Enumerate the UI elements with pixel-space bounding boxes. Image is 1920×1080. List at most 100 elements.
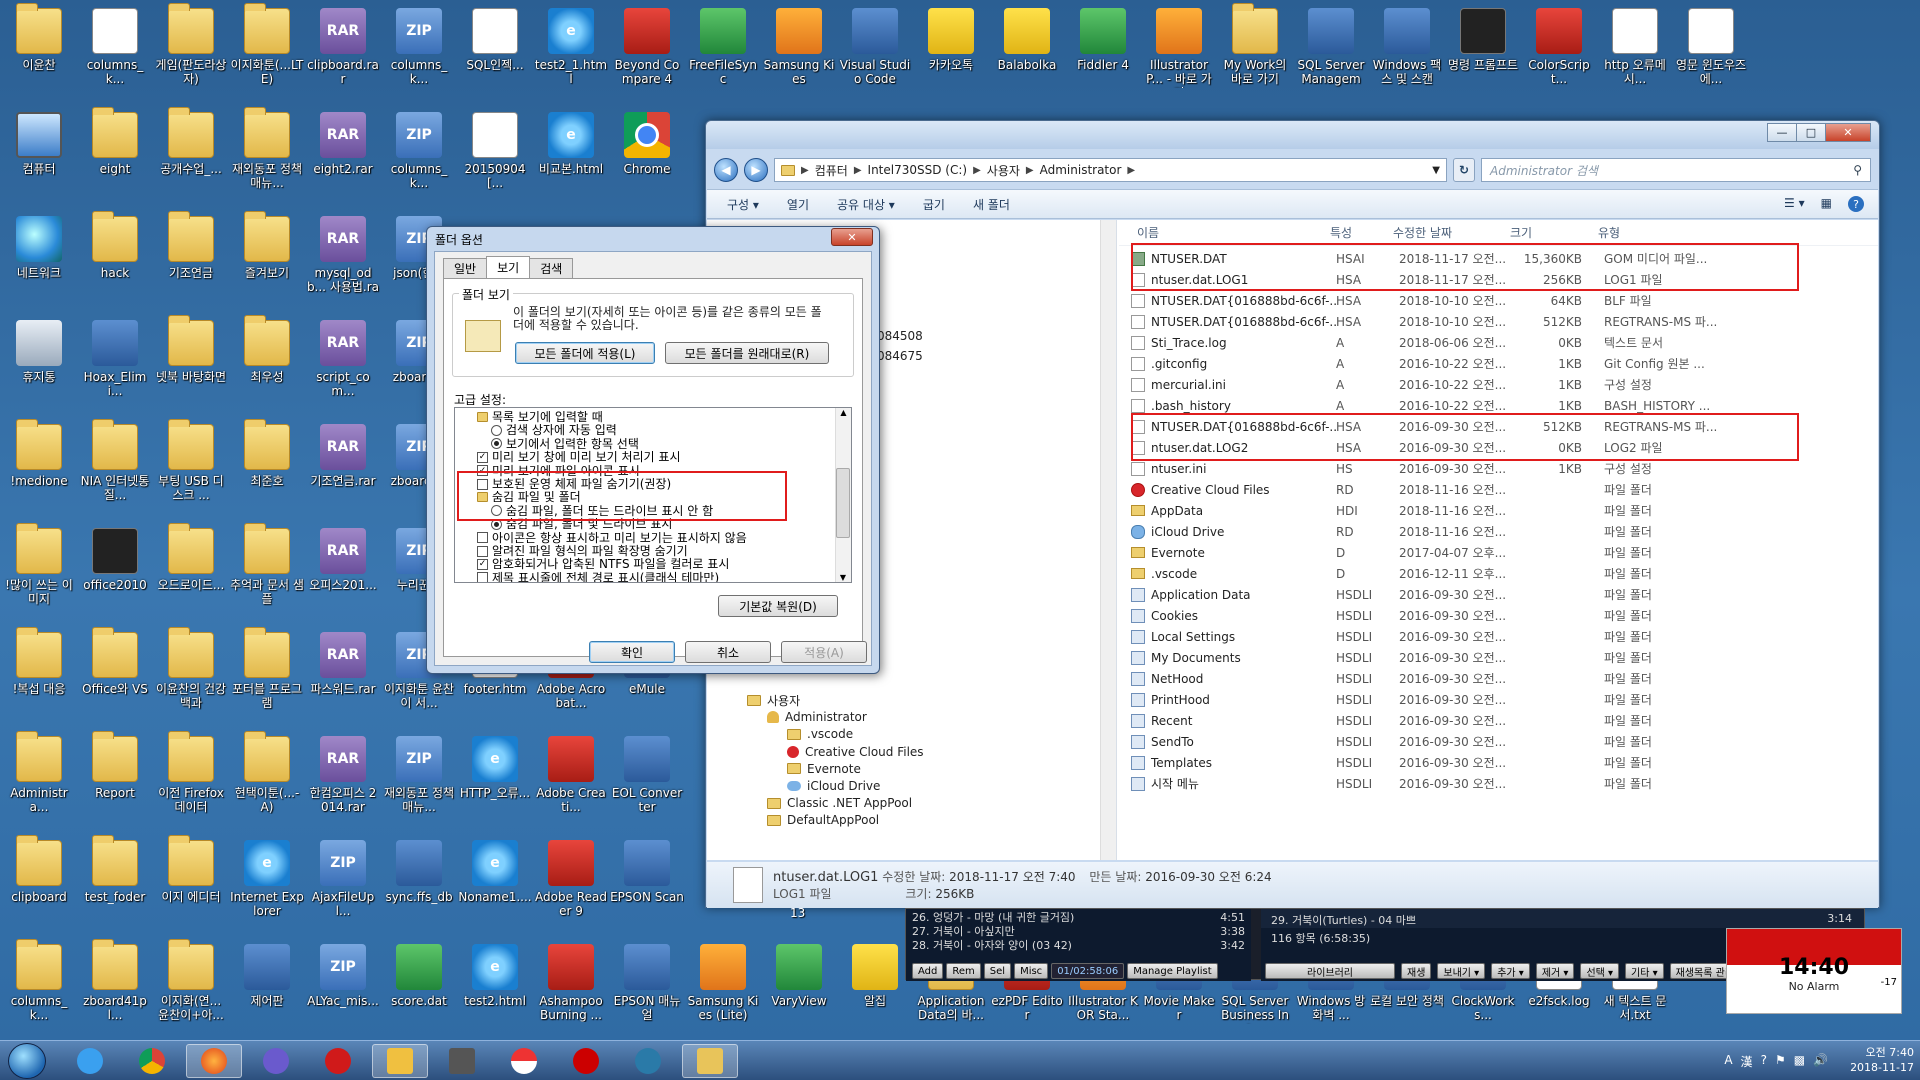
desktop-icon[interactable]: RAR 오피스201... (306, 522, 380, 622)
start-button[interactable] (8, 1043, 46, 1079)
desktop-icon[interactable]: Adobe Reader 9 (534, 834, 608, 934)
add-menu[interactable]: 추가 ▾ (1491, 963, 1530, 979)
desktop-icon[interactable]: 이지 에디터 (154, 834, 228, 934)
maximize-button[interactable]: □ (1796, 123, 1826, 142)
desktop-icon[interactable]: 영문 윈도우즈에... (1674, 2, 1748, 102)
desktop-icon[interactable]: ZIP columns_k... (382, 106, 456, 206)
advanced-setting[interactable]: 보기에서 입력한 항목 선택 (455, 437, 835, 451)
taskbar-opera-button[interactable] (310, 1044, 366, 1078)
playlist-item[interactable]: 28. 거북이 - 아자와 양이 (03 42) 3:42 (912, 939, 1245, 953)
desktop-icon[interactable]: IllustratorP... - 바로 가기 (1142, 2, 1216, 102)
forward-button[interactable]: ▶ (744, 158, 768, 182)
desktop-icon[interactable]: score.dat (382, 938, 456, 1038)
desktop-icon[interactable]: ZIP columns_k... (382, 2, 456, 102)
file-row[interactable]: Cookies HSDLI 2016-09-30 오전... 파일 폴더 (1131, 605, 1752, 626)
taskbar-chrome-button[interactable] (124, 1044, 180, 1078)
desktop-icon[interactable]: My Work의 바로 가기 (1218, 2, 1292, 102)
column-modified[interactable]: 수정한 날짜 (1387, 224, 1504, 241)
desktop-icon[interactable]: 넷북 바탕화면 (154, 314, 228, 414)
ime-hanja[interactable]: 漢 (1741, 1053, 1753, 1070)
desktop-icon[interactable]: SQL Server Manageme... (1294, 2, 1368, 102)
cancel-button[interactable]: 취소 (685, 641, 771, 663)
taskbar-explorer-button[interactable] (682, 1044, 738, 1078)
manage-playlist-button[interactable]: Manage Playlist (1127, 963, 1218, 979)
file-row[interactable]: NetHood HSDLI 2016-09-30 오전... 파일 폴더 (1131, 668, 1752, 689)
tab-view[interactable]: 보기 (486, 256, 531, 278)
scroll-down-icon[interactable]: ▼ (836, 573, 850, 582)
desktop-icon[interactable]: 최준호 (230, 418, 304, 518)
desktop-icon[interactable]: 컴퓨터 (2, 106, 76, 206)
radio-button[interactable] (491, 438, 502, 450)
desktop-icon[interactable]: Ashampoo Burning ... (534, 938, 608, 1038)
desktop-icon[interactable]: 게임(판도라상자) (154, 2, 228, 102)
desktop-icon[interactable]: 추억과 문서 샘플 (230, 522, 304, 622)
file-row[interactable]: ntuser.dat.LOG1 HSA 2018-11-17 오전... 256KB L… (1131, 269, 1752, 290)
close-button[interactable]: ✕ (1825, 123, 1871, 142)
organize-menu[interactable]: 구성 ▾ (727, 196, 759, 213)
file-row[interactable]: Evernote D 2017-04-07 오후... 파일 폴더 (1131, 542, 1752, 563)
file-row[interactable]: ntuser.ini HS 2016-09-30 오전... 1KB 구성 설정 (1131, 458, 1752, 479)
desktop-icon[interactable]: EOL Converter (610, 730, 684, 830)
taskbar-firefox-button[interactable] (186, 1044, 242, 1078)
desktop-icon[interactable]: 이전 Firefox 데이터 (154, 730, 228, 830)
desktop-icon[interactable]: Report (78, 730, 152, 830)
nav-scrollbar[interactable] (1100, 220, 1116, 860)
radio-button[interactable] (491, 518, 502, 530)
desktop-icon[interactable]: 이윤찬의 건강백과 (154, 626, 228, 726)
desktop-icon[interactable]: 오드로이드... (154, 522, 228, 622)
desktop-icon[interactable]: 알집 (838, 938, 912, 1038)
file-row[interactable]: My Documents HSDLI 2016-09-30 오전... 파일 폴더 (1131, 647, 1752, 668)
desktop-icon[interactable]: Chrome (610, 106, 684, 206)
desktop-icon[interactable]: EPSON Scan (610, 834, 684, 934)
preview-pane-icon[interactable]: ▦ (1821, 196, 1832, 212)
dialog-close-button[interactable]: ✕ (831, 228, 873, 246)
tab-general[interactable]: 일반 (443, 258, 488, 278)
ime-mode[interactable]: A (1724, 1053, 1732, 1070)
checkbox[interactable] (477, 545, 488, 557)
desktop-icon[interactable]: Samsung Kies (762, 2, 836, 102)
radio-button[interactable] (491, 424, 502, 436)
refresh-icon[interactable]: ↻ (1453, 158, 1475, 182)
file-row[interactable]: .gitconfig A 2016-10-22 오전... 1KB Git Config… (1131, 353, 1752, 374)
desktop-icon[interactable]: RAR 한컴오피스 2014.rar (306, 730, 380, 830)
desktop-icon[interactable]: http 오류메시... (1598, 2, 1672, 102)
file-row[interactable]: AppData HDI 2018-11-16 오전... 파일 폴더 (1131, 500, 1752, 521)
desktop-icon[interactable]: Office와 VS (78, 626, 152, 726)
file-row[interactable]: mercurial.ini A 2016-10-22 오전... 1KB 구성 설정 (1131, 374, 1752, 395)
desktop-icon[interactable]: 재외동포 정책 매뉴... (230, 106, 304, 206)
desktop-icon[interactable]: !복섭 대응 (2, 626, 76, 726)
library-button[interactable]: 라이브러리 (1265, 963, 1395, 979)
reset-folders-button[interactable]: 모든 폴더를 원래대로(R) (665, 342, 829, 364)
file-row[interactable]: Application Data HSDLI 2016-09-30 오전... 파일 … (1131, 584, 1752, 605)
select-button[interactable]: Sel (983, 963, 1012, 979)
column-type[interactable]: 유형 (1580, 224, 1740, 241)
checkbox[interactable]: ✓ (477, 465, 488, 477)
new-folder-button[interactable]: 새 폴더 (973, 196, 1010, 213)
apply-button[interactable]: 적용(A) (781, 641, 867, 663)
desktop-icon[interactable]: RAR clipboard.rar (306, 2, 380, 102)
playlist-item[interactable]: 26. 엉덩가 - 마망 (내 귀한 글거짐) 4:51 (912, 911, 1245, 925)
file-row[interactable]: Creative Cloud Files RD 2018-11-16 오전... 파일… (1131, 479, 1752, 500)
file-row[interactable]: ntuser.dat.LOG2 HSA 2016-09-30 오전... 0KB LOG… (1131, 437, 1752, 458)
desktop-icon[interactable]: ZIP AjaxFileUpl... (306, 834, 380, 934)
checkbox[interactable] (477, 572, 488, 582)
desktop-icon[interactable]: e Noname1.... (458, 834, 532, 934)
column-attributes[interactable]: 특성 (1324, 224, 1387, 241)
desktop-icon[interactable]: Fiddler 4 (1066, 2, 1140, 102)
desktop-icon[interactable]: ZIP ALYac_mis... (306, 938, 380, 1038)
desktop-icon[interactable]: ZIP 재외동포 정책 매뉴... (382, 730, 456, 830)
now-playing[interactable]: 29. 거북이(Turtles) - 04 마쁘 (1271, 912, 1416, 928)
breadcrumb-administrator[interactable]: Administrator (1040, 163, 1122, 177)
clock-widget[interactable]: 14:40 No Alarm -17 (1726, 928, 1902, 1014)
desktop-icon[interactable]: e test2.html (458, 938, 532, 1038)
desktop-icon[interactable]: !medione (2, 418, 76, 518)
add-button[interactable]: Add (912, 963, 944, 979)
file-row[interactable]: Local Settings HSDLI 2016-09-30 오전... 파일 폴더 (1131, 626, 1752, 647)
file-row[interactable]: NTUSER.DAT{016888bd-6c6f-... HSA 2016-09-3… (1131, 416, 1752, 437)
explorer-titlebar[interactable]: — □ ✕ (706, 121, 1879, 149)
desktop-icon[interactable]: NIA 인터넷통질... (78, 418, 152, 518)
desktop-icon[interactable]: 이지화(연... 윤찬이+아... (154, 938, 228, 1038)
desktop-icon[interactable]: clipboard (2, 834, 76, 934)
desktop-icon[interactable]: Administra... (2, 730, 76, 830)
scroll-thumb[interactable] (836, 468, 850, 538)
